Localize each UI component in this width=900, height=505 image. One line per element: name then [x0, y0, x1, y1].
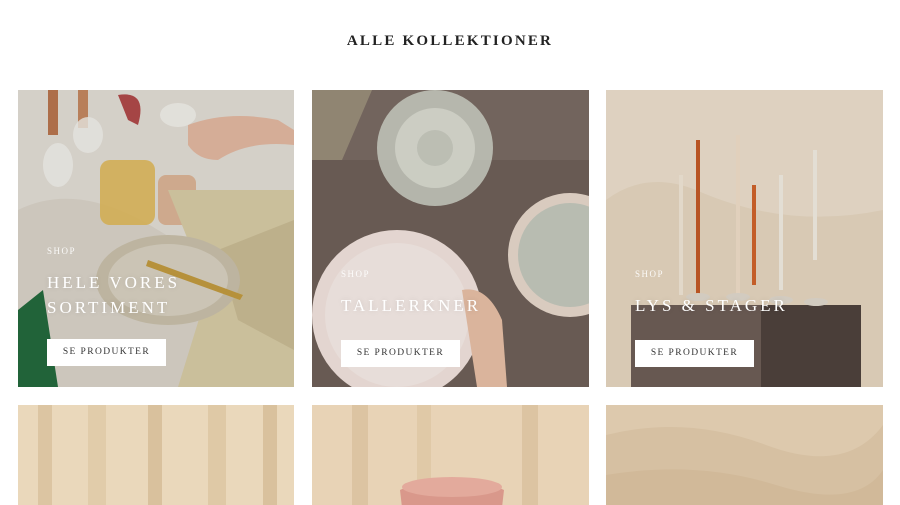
collection-card-textiles[interactable] — [18, 405, 294, 505]
collection-title-line: LYS & STAGER — [635, 296, 788, 315]
page-title: ALLE KOLLEKTIONER — [346, 33, 554, 49]
collection-card-content: SHOP TALLERKNER SE PRODUKTER — [341, 269, 481, 367]
see-products-button[interactable]: SE PRODUKTER — [635, 340, 754, 367]
collection-card-bowls[interactable] — [312, 405, 589, 505]
collection-title: LYS & STAGER — [635, 293, 788, 318]
collection-card-candles[interactable]: SHOP LYS & STAGER SE PRODUKTER — [606, 90, 883, 387]
shop-label: SHOP — [47, 246, 77, 256]
collection-card-content: SHOP LYS & STAGER SE PRODUKTER — [635, 269, 788, 367]
collection-card-decor[interactable] — [606, 405, 883, 505]
collection-image-texture — [606, 405, 883, 505]
collection-image-bowl — [312, 405, 589, 505]
collection-card-content: SHOP HELE VORES SORTIMENT SE PRODUKTER — [47, 246, 180, 366]
collection-card-plates[interactable]: SHOP TALLERKNER SE PRODUKTER — [312, 90, 589, 387]
collection-card-all[interactable]: SHOP HELE VORES SORTIMENT SE PRODUKTER — [18, 90, 294, 387]
collection-title: TALLERKNER — [341, 293, 481, 318]
see-products-button[interactable]: SE PRODUKTER — [47, 339, 166, 366]
see-products-button[interactable]: SE PRODUKTER — [341, 340, 460, 367]
collection-image-curtain — [18, 405, 294, 505]
collection-title-line: HELE VORES — [47, 273, 181, 292]
collection-title-line: SORTIMENT — [47, 298, 171, 317]
shop-label: SHOP — [341, 269, 371, 279]
collection-title: HELE VORES SORTIMENT — [47, 270, 180, 320]
shop-label: SHOP — [635, 269, 665, 279]
collection-title-line: TALLERKNER — [341, 296, 482, 315]
